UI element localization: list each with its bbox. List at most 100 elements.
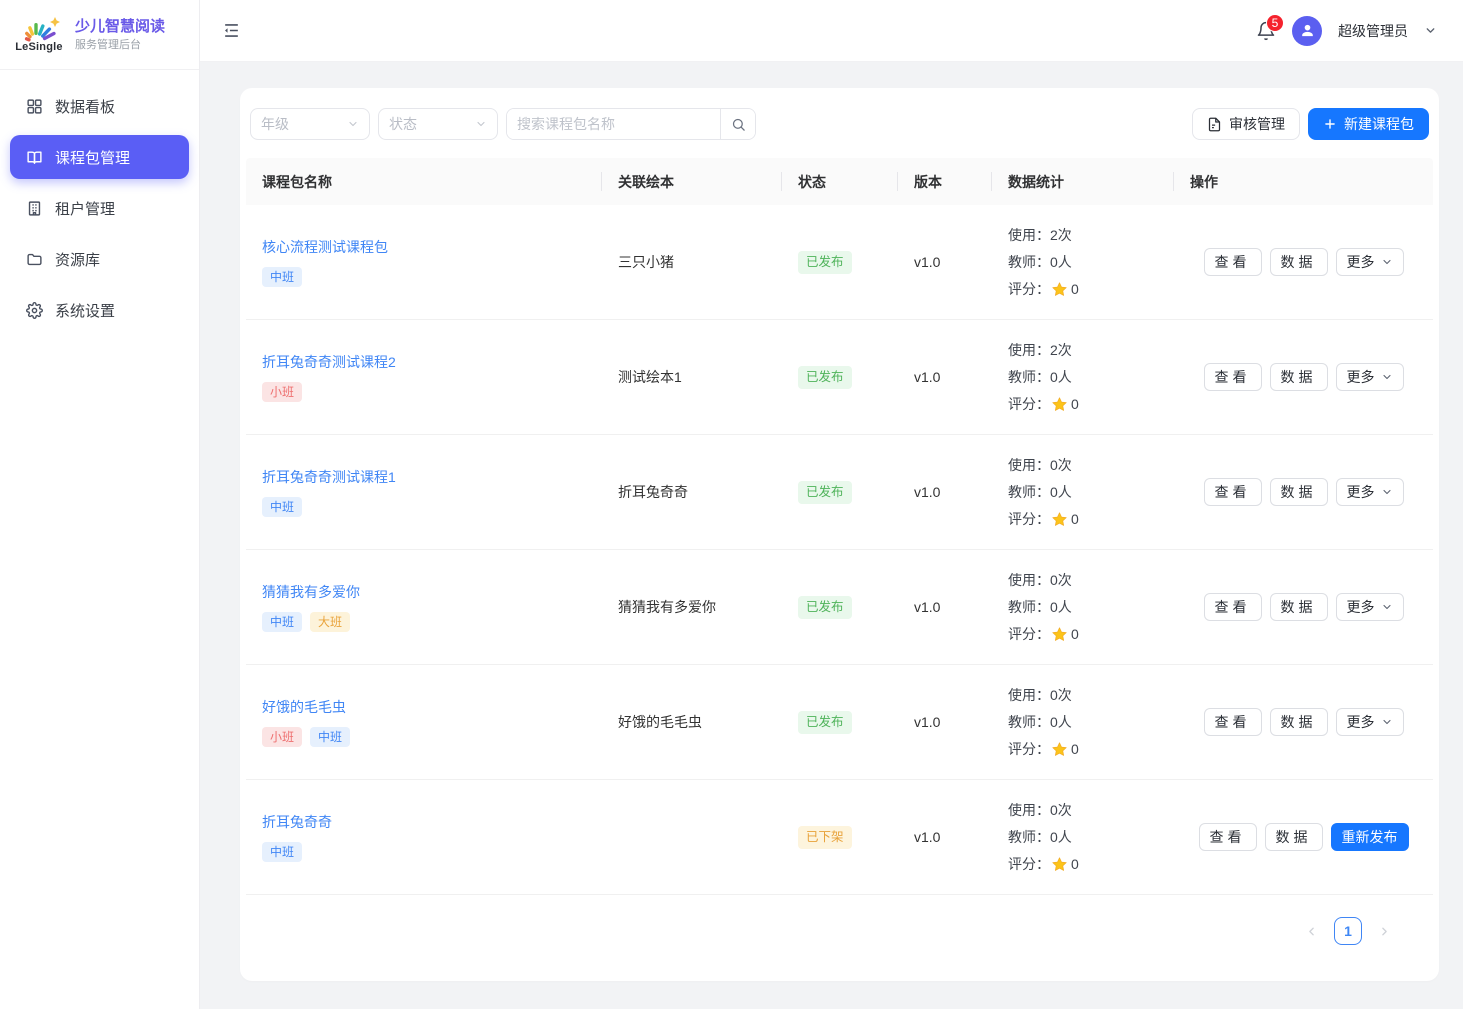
more-label: 更多 (1347, 597, 1375, 617)
sidebar-item-label: 数据看板 (55, 96, 115, 117)
column-header-stats: 数据统计 (992, 158, 1174, 205)
more-button[interactable]: 更多 (1336, 708, 1404, 736)
data-button[interactable]: 数据 (1270, 593, 1328, 621)
version-value: v1.0 (914, 714, 976, 730)
review-management-button[interactable]: 审核管理 (1192, 108, 1300, 140)
chevron-down-icon (347, 118, 359, 130)
teachers-value: 0人 (1050, 367, 1072, 387)
sidebar-item-resources[interactable]: 资源库 (10, 237, 189, 281)
grade-tag: 中班 (262, 497, 302, 517)
usage-label: 使用： (1008, 685, 1050, 705)
rating-label: 评分： (1008, 854, 1050, 874)
more-button[interactable]: 更多 (1336, 478, 1404, 506)
plus-icon (1323, 117, 1337, 131)
brand-logo-icon: LeSingle (12, 17, 66, 53)
teachers-label: 教师： (1008, 827, 1050, 847)
data-button[interactable]: 数据 (1270, 363, 1328, 391)
more-label: 更多 (1347, 482, 1375, 502)
sidebar-item-tenants[interactable]: 租户管理 (10, 186, 189, 230)
sidebar-item-dashboard[interactable]: 数据看板 (10, 84, 189, 128)
sidebar-collapse-button[interactable] (222, 21, 241, 40)
related-book: 折耳兔奇奇 (618, 482, 766, 502)
teachers-label: 教师： (1008, 712, 1050, 732)
rating-value: 0 (1071, 281, 1079, 297)
pagination: 1 (246, 895, 1433, 945)
sidebar: LeSingle 少儿智慧阅读 服务管理后台 数据看板 课程包管理 租户管理 (0, 0, 200, 1009)
version-value: v1.0 (914, 254, 976, 270)
status-badge: 已发布 (798, 596, 852, 619)
star-icon (1051, 741, 1068, 758)
teachers-value: 0人 (1050, 597, 1072, 617)
more-button[interactable]: 更多 (1336, 248, 1404, 276)
package-name-link[interactable]: 好饿的毛毛虫 (262, 697, 346, 717)
table-row: 折耳兔奇奇 中班 已下架 v1.0 使用：0次 教师：0人 评分： 0 查看 数… (246, 780, 1433, 895)
table-row: 猜猜我有多爱你 中班大班 猜猜我有多爱你 已发布 v1.0 使用：0次 教师：0… (246, 550, 1433, 665)
teachers-label: 教师： (1008, 367, 1050, 387)
table-row: 好饿的毛毛虫 小班中班 好饿的毛毛虫 已发布 v1.0 使用：0次 教师：0人 … (246, 665, 1433, 780)
status-badge: 已发布 (798, 366, 852, 389)
view-button[interactable]: 查看 (1204, 363, 1262, 391)
related-book: 猜猜我有多爱你 (618, 597, 766, 617)
package-name-link[interactable]: 折耳兔奇奇测试课程1 (262, 467, 396, 487)
more-label: 更多 (1347, 252, 1375, 272)
course-package-card: 年级 状态 (240, 88, 1439, 981)
stats-cell: 使用：2次 教师：0人 评分： 0 (992, 326, 1174, 428)
rating-label: 评分： (1008, 394, 1050, 414)
grade-tags: 中班 (262, 842, 302, 862)
table-header: 课程包名称 关联绘本 状态 版本 数据统计 操作 (246, 158, 1433, 205)
data-button[interactable]: 数据 (1270, 248, 1328, 276)
table-row: 核心流程测试课程包 中班 三只小猪 已发布 v1.0 使用：2次 教师：0人 评… (246, 205, 1433, 320)
notification-bell[interactable]: 5 (1256, 21, 1276, 41)
grade-tags: 中班 (262, 497, 302, 517)
rating-value: 0 (1071, 741, 1079, 757)
rating-value: 0 (1071, 626, 1079, 642)
stats-cell: 使用：2次 教师：0人 评分： 0 (992, 211, 1174, 313)
pagination-page-1[interactable]: 1 (1334, 917, 1362, 945)
search-button[interactable] (720, 109, 755, 139)
more-button[interactable]: 更多 (1336, 363, 1404, 391)
usage-value: 2次 (1050, 225, 1072, 245)
usage-value: 0次 (1050, 455, 1072, 475)
package-name-link[interactable]: 核心流程测试课程包 (262, 237, 388, 257)
user-menu-chevron[interactable] (1424, 24, 1437, 37)
view-button[interactable]: 查看 (1204, 478, 1262, 506)
data-button[interactable]: 数据 (1270, 708, 1328, 736)
user-name[interactable]: 超级管理员 (1338, 21, 1408, 41)
status-select[interactable]: 状态 (378, 108, 498, 140)
chevron-down-icon (1381, 601, 1393, 613)
grade-tag: 小班 (262, 382, 302, 402)
grade-select[interactable]: 年级 (250, 108, 370, 140)
sidebar-item-label: 租户管理 (55, 198, 115, 219)
usage-label: 使用： (1008, 800, 1050, 820)
usage-label: 使用： (1008, 340, 1050, 360)
pagination-prev-button[interactable] (1303, 923, 1320, 940)
sidebar-item-label: 资源库 (55, 249, 100, 270)
sidebar-item-course-packages[interactable]: 课程包管理 (10, 135, 189, 179)
star-icon (1051, 626, 1068, 643)
avatar[interactable] (1292, 16, 1322, 46)
view-button[interactable]: 查看 (1204, 708, 1262, 736)
rating-value: 0 (1071, 856, 1079, 872)
package-name-link[interactable]: 折耳兔奇奇测试课程2 (262, 352, 396, 372)
create-package-button[interactable]: 新建课程包 (1308, 108, 1429, 140)
version-value: v1.0 (914, 599, 976, 615)
rating-label: 评分： (1008, 624, 1050, 644)
package-name-link[interactable]: 折耳兔奇奇 (262, 812, 332, 832)
search-input[interactable] (507, 109, 720, 139)
view-button[interactable]: 查看 (1199, 823, 1257, 851)
package-name-link[interactable]: 猜猜我有多爱你 (262, 582, 360, 602)
chevron-down-icon (1381, 256, 1393, 268)
sidebar-item-settings[interactable]: 系统设置 (10, 288, 189, 332)
republish-button[interactable]: 重新发布 (1331, 823, 1409, 851)
grade-tags: 中班大班 (262, 612, 350, 632)
data-button[interactable]: 数据 (1265, 823, 1323, 851)
more-button[interactable]: 更多 (1336, 593, 1404, 621)
data-button[interactable]: 数据 (1270, 478, 1328, 506)
pagination-next-button[interactable] (1376, 923, 1393, 940)
view-button[interactable]: 查看 (1204, 248, 1262, 276)
view-button[interactable]: 查看 (1204, 593, 1262, 621)
table-row: 折耳兔奇奇测试课程2 小班 测试绘本1 已发布 v1.0 使用：2次 教师：0人… (246, 320, 1433, 435)
stats-cell: 使用：0次 教师：0人 评分： 0 (992, 671, 1174, 773)
table-row: 折耳兔奇奇测试课程1 中班 折耳兔奇奇 已发布 v1.0 使用：0次 教师：0人… (246, 435, 1433, 550)
teachers-value: 0人 (1050, 712, 1072, 732)
